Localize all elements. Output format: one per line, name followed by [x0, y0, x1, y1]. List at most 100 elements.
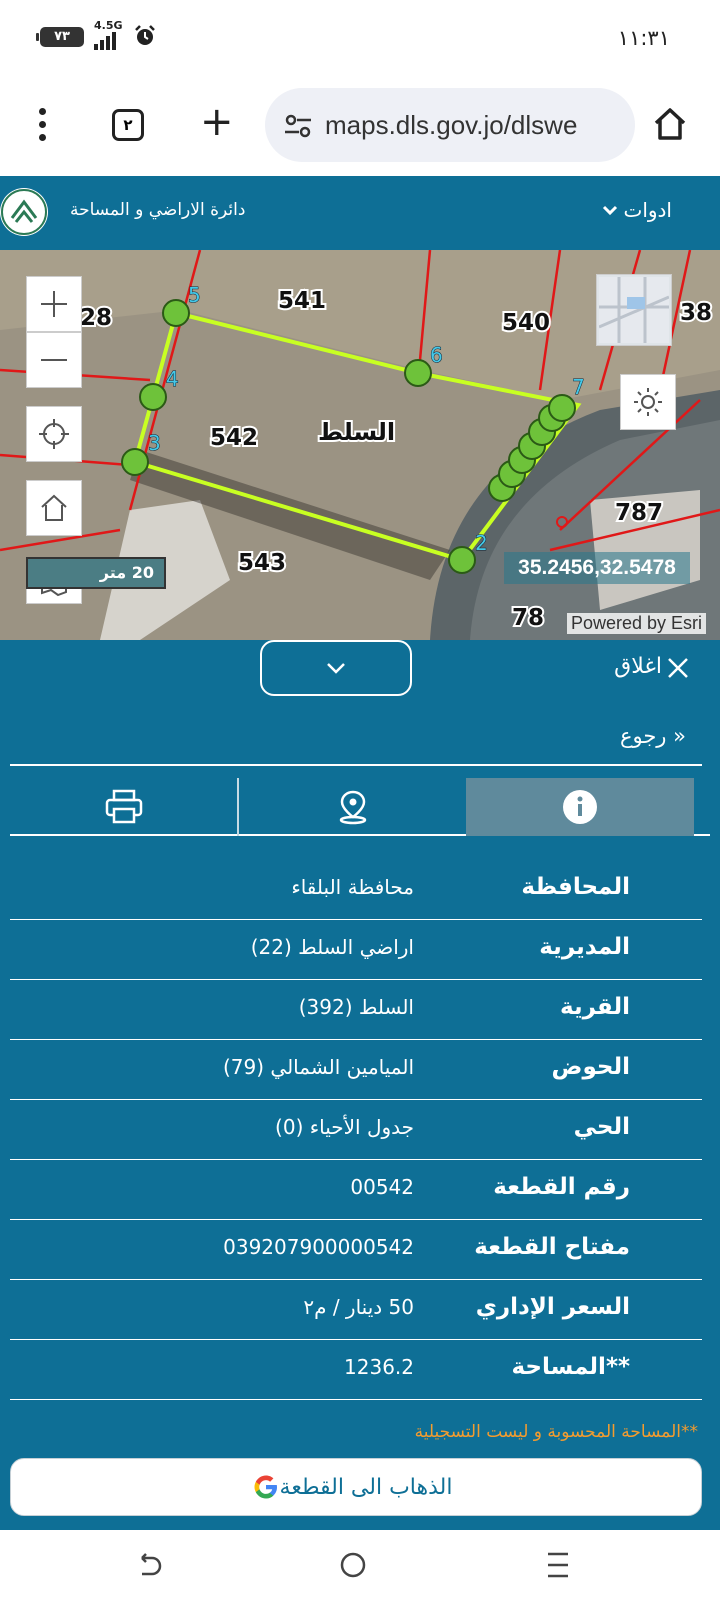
row-label: المحافظة	[521, 874, 630, 900]
parcel-label: 787	[615, 500, 663, 526]
tools-menu[interactable]: ادوات	[623, 198, 672, 222]
table-row: الحي جدول الأحياء (0)	[10, 1100, 702, 1160]
home-extent-button[interactable]	[26, 480, 82, 536]
panel-tabs	[10, 778, 710, 836]
clock: ١١:٣١	[617, 26, 670, 50]
dls-logo	[0, 188, 48, 236]
network-type: 4.5G	[94, 19, 123, 32]
printer-icon	[105, 789, 142, 824]
coordinates-readout: 35.2456,32.5478	[504, 552, 690, 584]
table-row: **المساحة 1236.2	[10, 1340, 702, 1400]
row-value: 00542	[350, 1175, 414, 1199]
row-label: رقم القطعة	[493, 1174, 630, 1200]
go-to-parcel-label: الذهاب الى القطعة	[279, 1474, 453, 1500]
vertex-label: 7	[572, 375, 585, 399]
url-text: maps.dls.gov.jo/dlswe	[325, 110, 578, 140]
minus-icon	[41, 359, 67, 361]
tab-switcher-button[interactable]: ٢	[112, 109, 144, 141]
sun-icon	[634, 388, 662, 416]
parcel-label: 28	[80, 305, 112, 331]
tab-location[interactable]	[239, 778, 466, 836]
new-tab-icon[interactable]: +	[200, 102, 234, 142]
row-label: الحي	[573, 1114, 630, 1140]
row-value: اراضي السلط (22)	[250, 935, 414, 959]
network-indicator: 4.5G	[94, 20, 123, 50]
close-label[interactable]: اغلاق	[614, 654, 662, 679]
row-label: السعر الإداري	[475, 1294, 630, 1320]
table-row: مفتاح القطعة 039207900000542	[10, 1220, 702, 1280]
parcel-label: 78	[512, 605, 544, 631]
back-label: رجوع	[619, 724, 667, 748]
parcel-info-panel: « رجوع المحافظة محافظة البلقاء المديرية …	[0, 700, 720, 1530]
double-chevron-icon: «	[673, 724, 686, 748]
home-nav-icon[interactable]	[338, 1550, 368, 1580]
table-row: السعر الإداري 50 دينار / م٢	[10, 1280, 702, 1340]
close-icon[interactable]	[666, 656, 690, 680]
panel-collapse-button[interactable]	[260, 640, 412, 696]
row-label: مفتاح القطعة	[474, 1234, 630, 1260]
system-nav-bar	[0, 1530, 720, 1600]
parcel-label: 542	[210, 425, 258, 451]
tab-print[interactable]	[10, 778, 237, 836]
vertex-label: 6	[430, 343, 443, 367]
go-to-parcel-button[interactable]: الذهاب الى القطعة	[10, 1458, 702, 1516]
row-label: الحوض	[551, 1054, 630, 1080]
parcel-label: 540	[502, 310, 550, 336]
parcel-label: 38	[680, 300, 712, 326]
basemap-thumbnail-icon	[599, 277, 669, 343]
plus-icon	[41, 291, 67, 317]
scale-bar: 20 متر	[26, 557, 166, 589]
parcel-label: 543	[238, 550, 286, 576]
parcel-details-table: المحافظة محافظة البلقاء المديرية اراضي ا…	[10, 860, 702, 1400]
back-nav-icon[interactable]	[136, 1552, 164, 1580]
row-label: القرية	[560, 994, 630, 1020]
status-bar: ٧٣ 4.5G ١١:٣١	[0, 0, 720, 72]
divider	[10, 764, 702, 766]
tab-info[interactable]	[466, 778, 694, 836]
home-icon[interactable]	[652, 106, 688, 142]
vertex-label: 5	[188, 283, 201, 307]
area-note: **المساحة المحسوبة و ليست التسجيلية	[414, 1422, 698, 1442]
browser-toolbar: ٢ + maps.dls.gov.jo/dlswe	[0, 72, 720, 176]
overflow-menu-icon[interactable]	[30, 108, 54, 144]
vertex-label: 2	[475, 531, 488, 555]
row-value: جدول الأحياء (0)	[275, 1115, 414, 1139]
locate-button[interactable]	[26, 406, 82, 462]
table-row: رقم القطعة 00542	[10, 1160, 702, 1220]
row-label: **المساحة	[511, 1354, 630, 1380]
basemap-switcher[interactable]	[596, 274, 672, 346]
home-icon	[41, 494, 67, 521]
zoom-out-button[interactable]	[26, 332, 82, 388]
chevron-down-icon[interactable]	[600, 200, 620, 220]
table-row: القرية السلط (392)	[10, 980, 702, 1040]
theme-toggle-button[interactable]	[620, 374, 676, 430]
table-row: المديرية اراضي السلط (22)	[10, 920, 702, 980]
location-pin-icon	[339, 790, 366, 825]
vertex-label: 3	[148, 431, 161, 455]
row-label: المديرية	[539, 934, 630, 960]
site-settings-icon[interactable]	[283, 114, 313, 138]
chevron-down-icon	[327, 663, 345, 674]
table-row: الحوض الميامين الشمالي (79)	[10, 1040, 702, 1100]
alarm-icon	[135, 25, 155, 45]
recents-nav-icon[interactable]	[545, 1550, 571, 1580]
google-icon	[254, 1475, 277, 1499]
row-value: السلط (392)	[298, 995, 414, 1019]
table-row: المحافظة محافظة البلقاء	[10, 860, 702, 920]
app-header: دائرة الاراضي و المساحة ادوات	[0, 176, 720, 250]
map-attribution: Powered by Esri	[566, 613, 706, 634]
row-value: 1236.2	[344, 1355, 414, 1379]
signal-icon	[94, 32, 116, 50]
town-label: السلط	[318, 418, 395, 446]
row-value: محافظة البلقاء	[291, 875, 414, 899]
row-value: الميامين الشمالي (79)	[222, 1055, 414, 1079]
parcel-label: 541	[278, 288, 326, 314]
crosshair-icon	[39, 419, 69, 449]
battery-indicator: ٧٣	[36, 27, 84, 47]
address-bar[interactable]: maps.dls.gov.jo/dlswe	[265, 88, 635, 162]
org-name: دائرة الاراضي و المساحة	[70, 200, 246, 220]
back-button[interactable]: « رجوع	[620, 724, 686, 748]
zoom-in-button[interactable]	[26, 276, 82, 332]
row-value: 039207900000542	[223, 1235, 414, 1259]
info-icon	[563, 790, 597, 824]
